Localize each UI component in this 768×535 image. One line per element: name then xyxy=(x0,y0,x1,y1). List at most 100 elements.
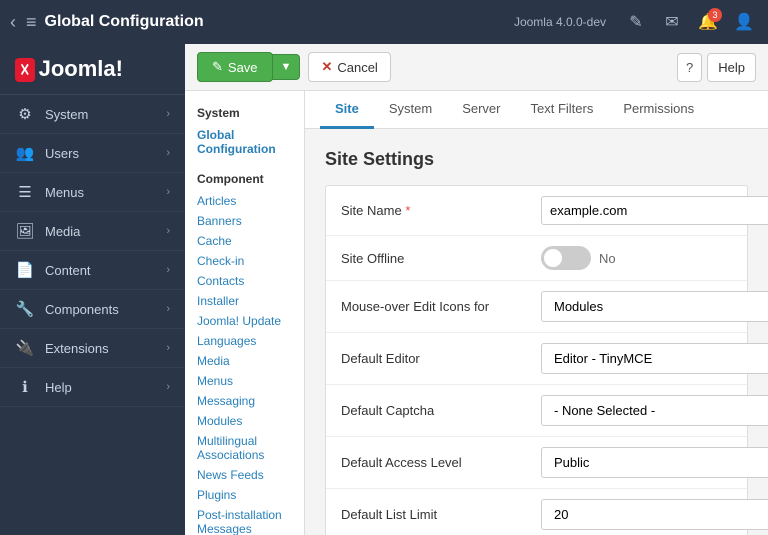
components-icon: 🔧 xyxy=(15,300,35,318)
chevron-right-icon: › xyxy=(166,147,170,159)
sub-nav-checkin[interactable]: Check-in xyxy=(185,251,304,271)
users-icon: 👥 xyxy=(15,144,35,162)
header-icons: Joomla 4.0.0-dev ✎ ✉ 🔔 3 👤 xyxy=(514,8,758,36)
extensions-icon: 🔌 xyxy=(15,339,35,357)
menu-toggle-icon[interactable]: ≡ xyxy=(26,12,37,33)
notification-badge: 3 xyxy=(708,8,722,22)
sub-nav-joomla-update[interactable]: Joomla! Update xyxy=(185,311,304,331)
settings-area: Site Settings Site Name * xyxy=(305,129,768,535)
default-editor-control: Editor - TinyMCE Editor - CodeMirror No … xyxy=(541,343,768,374)
sidebar-item-extensions[interactable]: 🔌 Extensions › xyxy=(0,329,185,368)
cancel-label: Cancel xyxy=(337,60,377,75)
sidebar-item-label: Menus xyxy=(45,185,166,200)
page-title: Global Configuration xyxy=(45,13,514,31)
site-name-input[interactable] xyxy=(541,196,768,225)
toolbar-right: ? Help xyxy=(677,53,756,82)
sub-nav-banners[interactable]: Banners xyxy=(185,211,304,231)
cancel-icon: ✕ xyxy=(321,59,332,75)
mouseover-label: Mouse-over Edit Icons for xyxy=(341,299,541,314)
help-button[interactable]: Help xyxy=(707,53,756,82)
tabs-bar: Site System Server Text Filters Permissi… xyxy=(305,91,768,129)
default-access-row: Default Access Level Public Registered S… xyxy=(326,437,747,489)
top-header: ‹ ≡ Global Configuration Joomla 4.0.0-de… xyxy=(0,0,768,44)
toggle-slider xyxy=(541,246,591,270)
tab-system[interactable]: System xyxy=(374,91,447,129)
sub-nav-languages[interactable]: Languages xyxy=(185,331,304,351)
sub-nav-multilingual[interactable]: Multilingual Associations xyxy=(185,431,304,465)
toggle-label-text: No xyxy=(599,251,616,266)
cancel-button[interactable]: ✕ Cancel xyxy=(308,52,390,82)
required-marker: * xyxy=(405,203,410,218)
sidebar-item-components[interactable]: 🔧 Components › xyxy=(0,290,185,329)
sidebar-item-content[interactable]: 📄 Content › xyxy=(0,251,185,290)
sidebar-item-label: Users xyxy=(45,146,166,161)
save-icon: ✎ xyxy=(212,59,223,75)
edit-icon-button[interactable]: ✎ xyxy=(622,8,650,36)
chevron-right-icon: › xyxy=(166,186,170,198)
chevron-right-icon: › xyxy=(166,303,170,315)
mouseover-select[interactable]: Modules Content Both xyxy=(541,291,768,322)
site-name-row: Site Name * xyxy=(326,186,747,236)
default-access-select[interactable]: Public Registered Special xyxy=(541,447,768,478)
joomla-j-icon: ☓ xyxy=(15,58,35,82)
toggle-container: No xyxy=(541,246,732,270)
sub-nav-media[interactable]: Media xyxy=(185,351,304,371)
system-section-label: System xyxy=(185,101,304,125)
sidebar-item-menus[interactable]: ☰ Menus › xyxy=(0,173,185,212)
chevron-right-icon: › xyxy=(166,381,170,393)
content-icon: 📄 xyxy=(15,261,35,279)
default-list-limit-control: 5 10 15 20 25 50 100 xyxy=(541,499,768,530)
save-button[interactable]: ✎ Save xyxy=(197,52,273,82)
chevron-right-icon: › xyxy=(166,108,170,120)
sub-nav: System GlobalConfiguration Component Art… xyxy=(185,91,305,535)
component-section-label: Component xyxy=(185,167,304,191)
sub-nav-contacts[interactable]: Contacts xyxy=(185,271,304,291)
site-name-label: Site Name * xyxy=(341,203,541,218)
sub-nav-menus[interactable]: Menus xyxy=(185,371,304,391)
default-list-limit-select[interactable]: 5 10 15 20 25 50 100 xyxy=(541,499,768,530)
settings-panel: Site Name * Site Offline xyxy=(325,185,748,535)
sub-nav-plugins[interactable]: Plugins xyxy=(185,485,304,505)
main-panel: Site System Server Text Filters Permissi… xyxy=(305,91,768,535)
tab-site[interactable]: Site xyxy=(320,91,374,129)
sidebar-item-media[interactable]: 🖼 Media › xyxy=(0,212,185,251)
sub-nav-modules[interactable]: Modules xyxy=(185,411,304,431)
sidebar-item-label: Media xyxy=(45,224,166,239)
sidebar-item-system[interactable]: ⚙ System › xyxy=(0,95,185,134)
sidebar-item-label: Extensions xyxy=(45,341,166,356)
chevron-right-icon: › xyxy=(166,342,170,354)
sidebar-item-help[interactable]: ℹ Help › xyxy=(0,368,185,407)
back-button[interactable]: ‹ xyxy=(10,12,16,33)
sidebar-item-users[interactable]: 👥 Users › xyxy=(0,134,185,173)
save-dropdown-button[interactable]: ▼ xyxy=(272,54,301,80)
default-access-control: Public Registered Special xyxy=(541,447,768,478)
logo-area: ☓Joomla! xyxy=(0,44,185,95)
question-button[interactable]: ? xyxy=(677,53,702,82)
media-icon: 🖼 xyxy=(15,222,35,240)
tab-text-filters[interactable]: Text Filters xyxy=(515,91,608,129)
default-captcha-select[interactable]: - None Selected - ReCaptcha xyxy=(541,395,768,426)
default-captcha-label: Default Captcha xyxy=(341,403,541,418)
sub-nav-articles[interactable]: Articles xyxy=(185,191,304,211)
sub-nav-messaging[interactable]: Messaging xyxy=(185,391,304,411)
sidebar-item-label: Content xyxy=(45,263,166,278)
tab-server[interactable]: Server xyxy=(447,91,515,129)
email-icon-button[interactable]: ✉ xyxy=(658,8,686,36)
sub-nav-global-config[interactable]: GlobalConfiguration xyxy=(185,125,304,159)
tab-permissions[interactable]: Permissions xyxy=(608,91,709,129)
chevron-right-icon: › xyxy=(166,264,170,276)
default-list-limit-row: Default List Limit 5 10 15 20 25 50 100 xyxy=(326,489,747,535)
sub-nav-cache[interactable]: Cache xyxy=(185,231,304,251)
default-editor-select[interactable]: Editor - TinyMCE Editor - CodeMirror No … xyxy=(541,343,768,374)
bell-icon-button[interactable]: 🔔 3 xyxy=(694,8,722,36)
toolbar: ✎ Save ▼ ✕ Cancel ? Help xyxy=(185,44,768,91)
offline-toggle[interactable] xyxy=(541,246,591,270)
site-offline-control: No xyxy=(541,246,732,270)
default-list-limit-label: Default List Limit xyxy=(341,507,541,522)
sub-nav-postinstall[interactable]: Post-installation Messages xyxy=(185,505,304,535)
sidebar-item-label: Help xyxy=(45,380,166,395)
sub-nav-newsfeeds[interactable]: News Feeds xyxy=(185,465,304,485)
user-icon-button[interactable]: 👤 xyxy=(730,8,758,36)
sidebar: ☓Joomla! ⚙ System › 👥 Users › ☰ Menus › … xyxy=(0,44,185,535)
sub-nav-installer[interactable]: Installer xyxy=(185,291,304,311)
